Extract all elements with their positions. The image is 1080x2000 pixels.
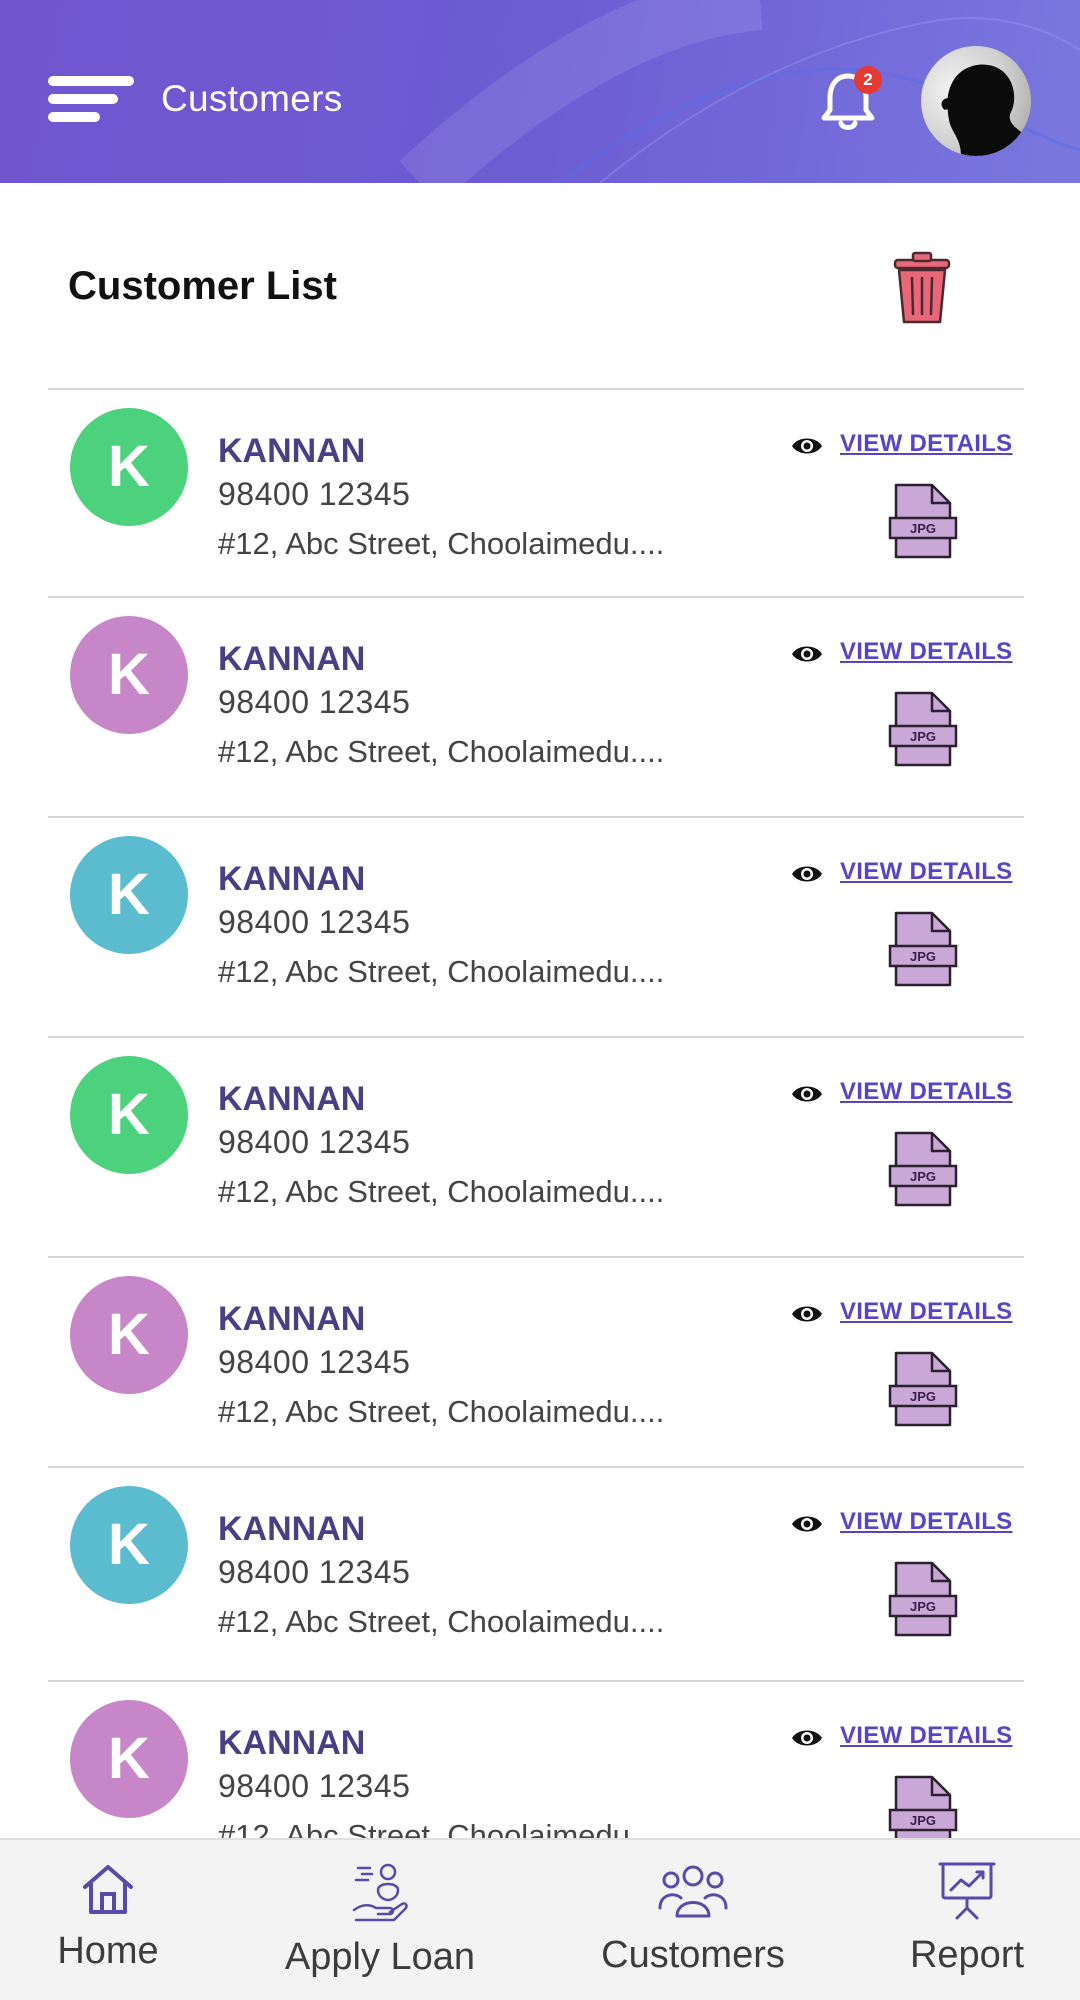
jpg-file-icon[interactable]: JPG xyxy=(888,910,958,988)
view-details-link[interactable]: VIEW DETAILS xyxy=(840,1508,1013,1536)
jpg-file-icon[interactable]: JPG xyxy=(888,1560,958,1638)
customer-row[interactable]: K KANNAN 98400 12345 #12, Abc Street, Chool… xyxy=(48,388,1024,598)
nav-apply-loan-label: Apply Loan xyxy=(284,1936,476,1978)
customer-address: #12, Abc Street, Choolaimedu.... xyxy=(218,734,665,769)
profile-silhouette-icon xyxy=(941,64,1031,156)
customer-initial-avatar: K xyxy=(70,408,188,526)
customer-address: #12, Abc Street, Choolaimedu.... xyxy=(218,1174,665,1209)
file-type-label: JPG xyxy=(910,1389,936,1404)
view-details-link[interactable]: VIEW DETAILS xyxy=(840,1298,1013,1326)
nav-customers-label: Customers xyxy=(601,1934,785,1976)
customer-row[interactable]: K KANNAN 98400 12345 #12, Abc Street, Chool… xyxy=(48,1038,1024,1258)
file-type-label: JPG xyxy=(910,729,936,744)
eye-icon[interactable] xyxy=(790,1082,824,1106)
customer-address: #12, Abc Street, Choolaimedu.... xyxy=(218,1394,665,1429)
nav-customers[interactable]: Customers xyxy=(585,1840,801,2000)
view-details-link[interactable]: VIEW DETAILS xyxy=(840,858,1013,886)
apply-loan-icon xyxy=(352,1863,408,1922)
nav-home-label: Home xyxy=(57,1930,159,1972)
menu-line xyxy=(48,94,118,104)
file-type-label: JPG xyxy=(910,1813,936,1828)
customer-address: #12, Abc Street, Choolaimedu.... xyxy=(218,1604,665,1639)
customers-icon xyxy=(658,1865,728,1918)
nav-report[interactable]: Report xyxy=(896,1840,1038,2000)
hamburger-menu-button[interactable] xyxy=(48,76,134,126)
customer-phone: 98400 12345 xyxy=(218,1124,411,1160)
customer-name: KANNAN xyxy=(218,1300,366,1338)
eye-icon[interactable] xyxy=(790,1512,824,1536)
notification-badge: 2 xyxy=(854,66,882,94)
menu-line xyxy=(48,112,100,122)
customer-initial-avatar: K xyxy=(70,836,188,954)
report-icon xyxy=(938,1862,996,1920)
nav-report-label: Report xyxy=(909,1934,1025,1976)
customer-initial-avatar: K xyxy=(70,1276,188,1394)
eye-icon[interactable] xyxy=(790,862,824,886)
eye-icon[interactable] xyxy=(790,434,824,458)
view-details-link[interactable]: VIEW DETAILS xyxy=(840,1078,1013,1106)
trash-icon[interactable] xyxy=(887,250,957,326)
customer-row[interactable]: K KANNAN 98400 12345 #12, Abc Street, Chool… xyxy=(48,818,1024,1038)
nav-home[interactable]: Home xyxy=(30,1840,186,2000)
jpg-file-icon[interactable]: JPG xyxy=(888,1130,958,1208)
home-icon xyxy=(83,1865,133,1914)
view-details-link[interactable]: VIEW DETAILS xyxy=(840,1722,1013,1750)
customer-initial-avatar: K xyxy=(70,1056,188,1174)
view-details-link[interactable]: VIEW DETAILS xyxy=(840,638,1013,666)
file-type-label: JPG xyxy=(910,521,936,536)
profile-avatar[interactable] xyxy=(921,46,1031,156)
customer-name: KANNAN xyxy=(218,860,366,898)
eye-icon[interactable] xyxy=(790,642,824,666)
customer-name: KANNAN xyxy=(218,1510,366,1548)
customer-initial-avatar: K xyxy=(70,616,188,734)
customer-name: KANNAN xyxy=(218,432,366,470)
customer-phone: 98400 12345 xyxy=(218,684,411,720)
file-type-label: JPG xyxy=(910,949,936,964)
customer-address: #12, Abc Street, Choolaimedu.... xyxy=(218,526,665,561)
customer-name: KANNAN xyxy=(218,1080,366,1118)
customer-row[interactable]: K KANNAN 98400 12345 #12, Abc Street, Chool… xyxy=(48,598,1024,818)
customer-phone: 98400 12345 xyxy=(218,1768,411,1804)
customer-phone: 98400 12345 xyxy=(218,904,411,940)
view-details-link[interactable]: VIEW DETAILS xyxy=(840,430,1013,458)
file-type-label: JPG xyxy=(910,1169,936,1184)
customer-initial-avatar: K xyxy=(70,1700,188,1818)
bottom-navigation: Home Apply Loan Customers Report xyxy=(0,1838,1080,2000)
customer-list: K KANNAN 98400 12345 #12, Abc Street, Chool… xyxy=(48,388,1024,1902)
customer-list-title: Customer List xyxy=(68,264,337,308)
jpg-file-icon[interactable]: JPG xyxy=(888,482,958,560)
customer-address: #12, Abc Street, Choolaimedu.... xyxy=(218,954,665,989)
jpg-file-icon[interactable]: JPG xyxy=(888,690,958,768)
jpg-file-icon[interactable]: JPG xyxy=(888,1350,958,1428)
nav-apply-loan[interactable]: Apply Loan xyxy=(270,1840,490,2000)
customer-phone: 98400 12345 xyxy=(218,1344,411,1380)
customer-initial-avatar: K xyxy=(70,1486,188,1604)
file-type-label: JPG xyxy=(910,1599,936,1614)
customer-phone: 98400 12345 xyxy=(218,476,411,512)
page-title: Customers xyxy=(161,78,343,119)
eye-icon[interactable] xyxy=(790,1302,824,1326)
app-header: Customers 2 xyxy=(0,0,1080,183)
customer-row[interactable]: K KANNAN 98400 12345 #12, Abc Street, Chool… xyxy=(48,1468,1024,1682)
eye-icon[interactable] xyxy=(790,1726,824,1750)
customer-name: KANNAN xyxy=(218,1724,366,1762)
menu-line xyxy=(48,76,134,86)
customer-name: KANNAN xyxy=(218,640,366,678)
customer-row[interactable]: K KANNAN 98400 12345 #12, Abc Street, Chool… xyxy=(48,1258,1024,1468)
customer-phone: 98400 12345 xyxy=(218,1554,411,1590)
